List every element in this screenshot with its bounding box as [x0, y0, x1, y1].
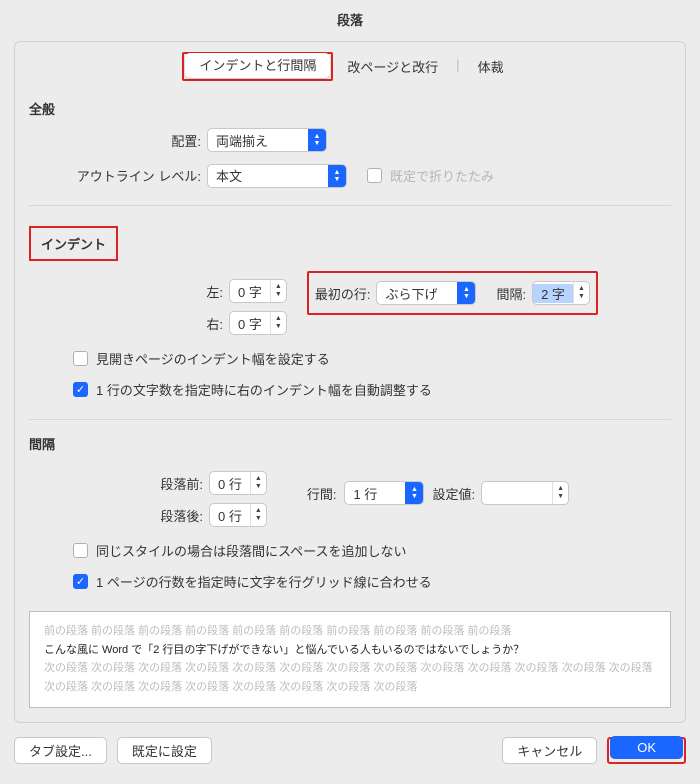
tab-typography[interactable]: 体裁	[464, 52, 518, 81]
stepper-icon: ▲▼	[573, 282, 589, 304]
tab-bar: インデントと行間隔 改ページと改行 | 体裁	[29, 52, 671, 81]
space-after-label: 段落後:	[29, 506, 209, 525]
set-default-button[interactable]: 既定に設定	[117, 737, 212, 764]
space-before-value: 0 行	[210, 474, 250, 493]
section-spacing-heading: 間隔	[29, 434, 671, 453]
tab-indent-spacing[interactable]: インデントと行間隔	[185, 53, 330, 78]
section-indent-heading: インデント	[29, 226, 118, 261]
at-value-label: 設定値:	[432, 484, 475, 503]
highlight-first-line-group: 最初の行: ぶら下げ ▲▼ 間隔: 2 字 ▲▼	[307, 271, 598, 315]
outline-value: 本文	[208, 166, 328, 185]
mirror-indent-checkbox[interactable]	[73, 351, 88, 366]
first-line-label: 最初の行:	[315, 284, 371, 303]
dialog-title: 段落	[0, 0, 700, 41]
tabs-button[interactable]: タブ設定...	[14, 737, 107, 764]
preview-box: 前の段落 前の段落 前の段落 前の段落 前の段落 前の段落 前の段落 前の段落 …	[29, 611, 671, 708]
indent-right-value: 0 字	[230, 314, 270, 333]
paragraph-dialog-body: インデントと行間隔 改ページと改行 | 体裁 全般 配置: 両端揃え ▲▼ アウ…	[14, 41, 686, 723]
stepper-icon: ▲▼	[250, 504, 266, 526]
space-before-input[interactable]: 0 行 ▲▼	[209, 471, 267, 495]
line-spacing-label: 行間:	[307, 484, 337, 503]
same-style-checkbox[interactable]	[73, 543, 88, 558]
alignment-select[interactable]: 両端揃え ▲▼	[207, 128, 327, 152]
stepper-icon: ▲▼	[552, 482, 568, 504]
indent-left-input[interactable]: 0 字 ▲▼	[229, 279, 287, 303]
fold-checkbox	[367, 168, 382, 183]
preview-current: こんな風に Word で「2 行目の字下げができない」と悩んでいる人もいるのでは…	[44, 641, 656, 660]
snap-grid-label: 1 ページの行数を指定時に文字を行グリッド線に合わせる	[96, 572, 432, 591]
dialog-footer: タブ設定... 既定に設定 キャンセル OK	[14, 737, 686, 764]
alignment-value: 両端揃え	[208, 131, 308, 150]
alignment-label: 配置:	[29, 131, 207, 150]
line-spacing-select[interactable]: 1 行 ▲▼	[344, 481, 424, 505]
space-after-input[interactable]: 0 行 ▲▼	[209, 503, 267, 527]
line-spacing-value: 1 行	[345, 484, 405, 503]
ok-button[interactable]: OK	[610, 736, 683, 759]
space-before-label: 段落前:	[29, 474, 209, 493]
outline-label: アウトライン レベル:	[29, 166, 207, 185]
chevrons-icon: ▲▼	[328, 165, 346, 187]
indent-right-label: 右:	[29, 314, 229, 333]
stepper-icon: ▲▼	[250, 472, 266, 494]
highlight-ok: OK	[607, 737, 686, 764]
tab-separator: |	[452, 52, 463, 81]
chevrons-icon: ▲▼	[457, 282, 475, 304]
hanging-gap-input[interactable]: 2 字 ▲▼	[532, 281, 590, 305]
first-line-select[interactable]: ぶら下げ ▲▼	[376, 281, 476, 305]
section-general-heading: 全般	[29, 99, 671, 118]
hanging-gap-value: 2 字	[533, 284, 573, 303]
preview-prev: 前の段落 前の段落 前の段落 前の段落 前の段落 前の段落 前の段落 前の段落 …	[44, 622, 656, 641]
stepper-icon: ▲▼	[270, 280, 286, 302]
indent-left-label: 左:	[29, 282, 229, 301]
auto-indent-checkbox[interactable]: ✓	[73, 382, 88, 397]
stepper-icon: ▲▼	[270, 312, 286, 334]
auto-indent-label: 1 行の文字数を指定時に右のインデント幅を自動調整する	[96, 380, 432, 399]
tab-page-break[interactable]: 改ページと改行	[333, 52, 452, 81]
highlight-tab-indent: インデントと行間隔	[182, 52, 333, 81]
chevrons-icon: ▲▼	[405, 482, 423, 504]
mirror-indent-label: 見開きページのインデント幅を設定する	[96, 349, 330, 368]
chevrons-icon: ▲▼	[308, 129, 326, 151]
fold-label: 既定で折りたたみ	[390, 166, 494, 185]
space-after-value: 0 行	[210, 506, 250, 525]
indent-right-input[interactable]: 0 字 ▲▼	[229, 311, 287, 335]
preview-next: 次の段落 次の段落 次の段落 次の段落 次の段落 次の段落 次の段落 次の段落 …	[44, 659, 656, 696]
same-style-label: 同じスタイルの場合は段落間にスペースを追加しない	[96, 541, 406, 560]
first-line-value: ぶら下げ	[377, 284, 457, 303]
outline-select[interactable]: 本文 ▲▼	[207, 164, 347, 188]
snap-grid-checkbox[interactable]: ✓	[73, 574, 88, 589]
indent-left-value: 0 字	[230, 282, 270, 301]
cancel-button[interactable]: キャンセル	[502, 737, 597, 764]
hanging-gap-label: 間隔:	[496, 284, 526, 303]
at-value-input[interactable]: ▲▼	[481, 481, 569, 505]
